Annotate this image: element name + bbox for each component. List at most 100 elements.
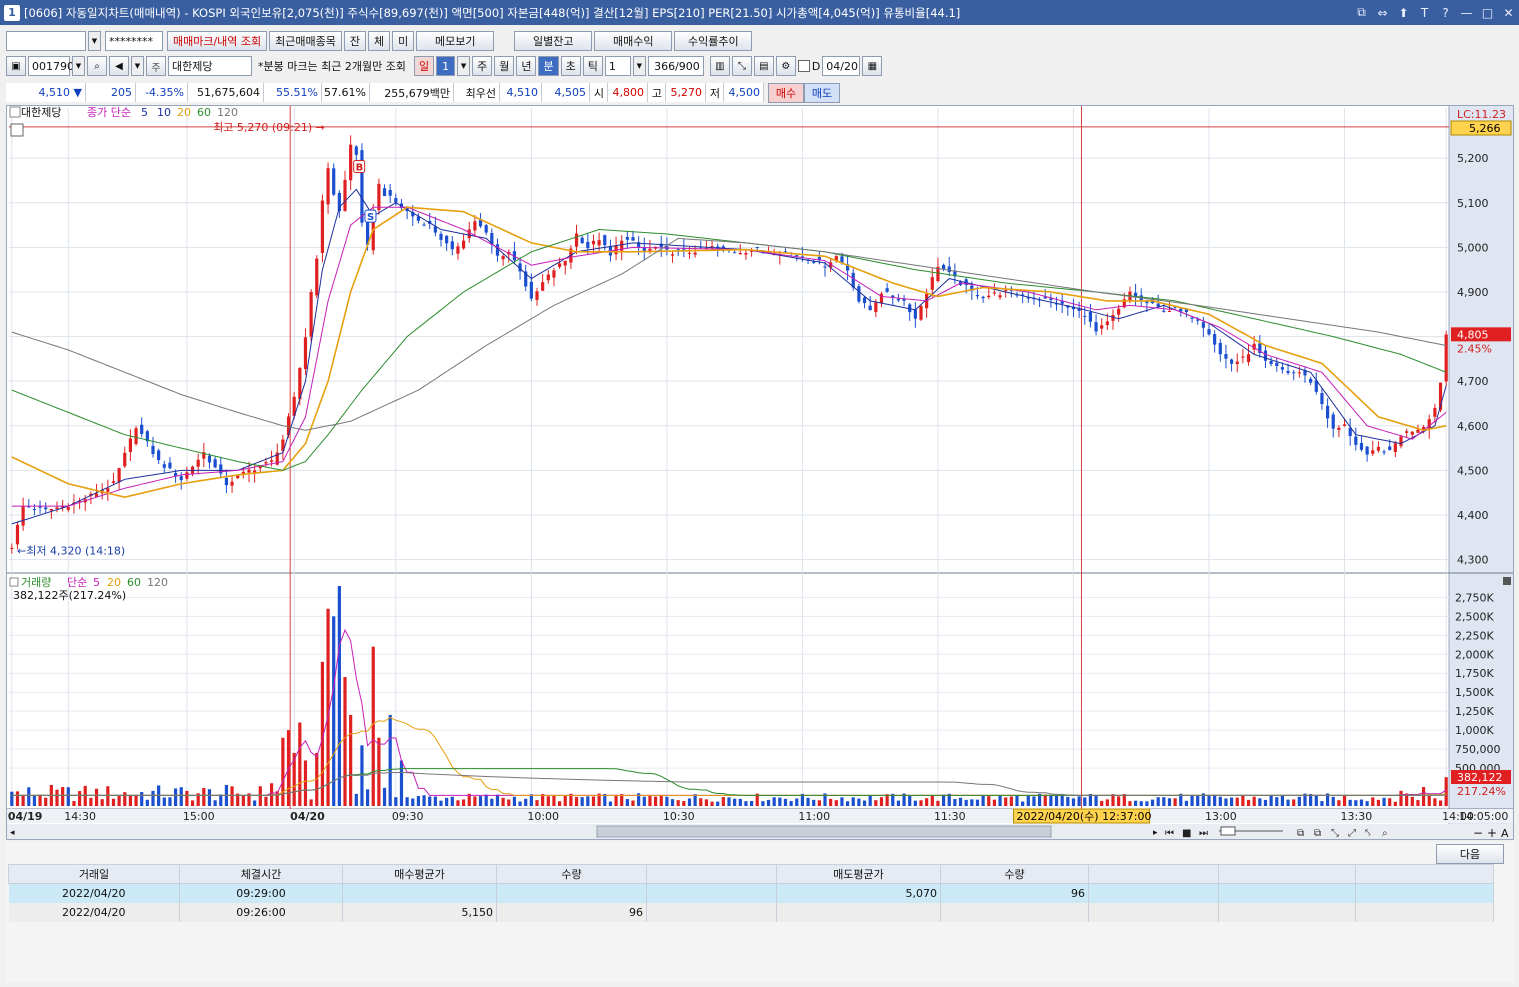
table-row[interactable]: 2022/04/20 09:26:00 5,150 96: [8, 902, 1494, 922]
trade-mark-query-button[interactable]: 매매마크/내역 조회: [167, 31, 268, 51]
volume-bar: [772, 797, 776, 806]
candle-body: [106, 488, 110, 492]
password-input[interactable]: ********: [105, 31, 163, 51]
volume-bar: [789, 800, 793, 806]
candle-body: [484, 225, 488, 233]
volume-bar: [230, 786, 234, 806]
speaker-icon[interactable]: ◀: [109, 56, 129, 76]
search-icon[interactable]: ⌕: [87, 56, 107, 76]
volume-bar: [535, 800, 539, 806]
period-minute[interactable]: 분: [538, 56, 559, 76]
volume-bar: [10, 791, 14, 806]
volume-bar: [1376, 799, 1381, 806]
speaker-dropdown-icon[interactable]: ▼: [131, 56, 144, 76]
date-checkbox[interactable]: [797, 60, 810, 72]
volume-bar: [1218, 796, 1222, 806]
stock-name-field[interactable]: 대한제당: [168, 56, 252, 76]
volume-bar: [461, 799, 466, 806]
volume-bar: [625, 799, 629, 806]
candle-body: [1235, 361, 1239, 365]
window-number-icon: 1: [4, 4, 20, 21]
return-trend-button[interactable]: 수익률추이: [674, 31, 753, 51]
memo-button[interactable]: 메모보기: [416, 31, 495, 51]
price-chart-svg[interactable]: 4,3004,4004,5004,6004,7004,8004,9005,000…: [7, 106, 1513, 839]
link-icon[interactable]: ⇔: [1372, 6, 1393, 20]
volume-tick-label: 1,250K: [1455, 705, 1494, 718]
volume-bar: [936, 800, 940, 806]
period-day[interactable]: 일: [413, 56, 435, 76]
volume-bar: [1433, 798, 1437, 806]
help-icon[interactable]: ?: [1435, 6, 1456, 20]
candle-body: [179, 476, 183, 481]
candle-body: [552, 270, 556, 278]
volume-bar: [1026, 795, 1030, 806]
filled-button[interactable]: 체: [368, 31, 391, 51]
close-button[interactable]: ✕: [1498, 6, 1519, 20]
indicator-icon[interactable]: ⤡: [731, 56, 752, 76]
layout-icon[interactable]: ▣: [6, 56, 26, 76]
date-input[interactable]: 04/20: [822, 56, 861, 76]
next-button[interactable]: 다음: [1436, 844, 1504, 864]
font-icon[interactable]: T: [1414, 6, 1435, 20]
buy-button[interactable]: 매수: [768, 82, 804, 103]
period-second[interactable]: 초: [560, 56, 581, 76]
account-input[interactable]: [6, 31, 86, 51]
volume-bar: [179, 787, 183, 806]
volume-bar: [1393, 801, 1397, 806]
candle-body: [207, 455, 212, 463]
pin-icon[interactable]: ⬆: [1393, 6, 1414, 20]
candle-body: [1410, 431, 1414, 435]
volume-bar: [1100, 800, 1104, 806]
save-icon[interactable]: ▤: [753, 56, 774, 76]
minimize-button[interactable]: —: [1456, 6, 1477, 20]
legend-ma-period: 120: [217, 106, 238, 119]
period-month[interactable]: 월: [494, 56, 515, 76]
period-year[interactable]: 년: [516, 56, 537, 76]
stock-code-input[interactable]: 001790: [28, 56, 74, 76]
restore-layout-icon[interactable]: ⧉: [1351, 5, 1372, 20]
period-day-count[interactable]: 1: [436, 56, 456, 76]
volume-bar: [591, 796, 596, 806]
recent-trades-button[interactable]: 최근매매종목: [269, 31, 342, 51]
unfilled-button[interactable]: 미: [392, 31, 415, 51]
maximize-button[interactable]: □: [1477, 6, 1498, 20]
calendar-icon[interactable]: ▦: [862, 56, 883, 76]
candle-body: [557, 263, 562, 267]
interval-dropdown-icon[interactable]: ▼: [632, 56, 646, 76]
volume-bar: [766, 799, 771, 806]
volume-bar: [778, 797, 782, 806]
interval-input[interactable]: 1: [604, 56, 631, 76]
volume-bar: [552, 795, 556, 806]
code-dropdown-icon[interactable]: ▼: [72, 56, 85, 76]
table-row[interactable]: 2022/04/20 09:29:00 5,070 96: [8, 883, 1494, 903]
chart-area[interactable]: 4,3004,4004,5004,6004,7004,8004,9005,000…: [6, 105, 1514, 840]
best-bid-1: 4,510: [500, 83, 542, 102]
time-tick-label: 09:30: [392, 810, 424, 823]
count-input[interactable]: 366/900: [647, 56, 704, 76]
candle-body: [1004, 290, 1008, 292]
best-bid-2: 4,505: [542, 83, 590, 102]
candle-body: [1117, 308, 1121, 315]
gear-icon[interactable]: ⚙: [775, 56, 796, 76]
volume-bar: [1246, 799, 1251, 806]
candle-body: [1325, 405, 1330, 419]
cell-empty: [1355, 883, 1494, 903]
volume-bar: [1292, 799, 1296, 806]
volume-bar: [1382, 797, 1386, 806]
candle-type-icon[interactable]: ▥: [709, 56, 730, 76]
volume-bar: [354, 793, 358, 806]
balance-button[interactable]: 잔: [343, 31, 367, 51]
account-dropdown-icon[interactable]: ▼: [88, 31, 101, 51]
candle-body: [1275, 362, 1279, 366]
period-tick[interactable]: 틱: [582, 56, 603, 76]
period-week[interactable]: 주: [472, 56, 493, 76]
trade-profit-button[interactable]: 매매수익: [594, 31, 673, 51]
day-count-dropdown-icon[interactable]: ▼: [457, 56, 471, 76]
daily-balance-button[interactable]: 일별잔고: [514, 31, 593, 51]
candle-body: [140, 424, 144, 435]
volume-bar: [332, 616, 336, 806]
candle-body: [354, 146, 358, 155]
volume-bar: [953, 799, 957, 806]
sell-button[interactable]: 매도: [804, 82, 840, 103]
volume-bar: [1235, 797, 1239, 806]
